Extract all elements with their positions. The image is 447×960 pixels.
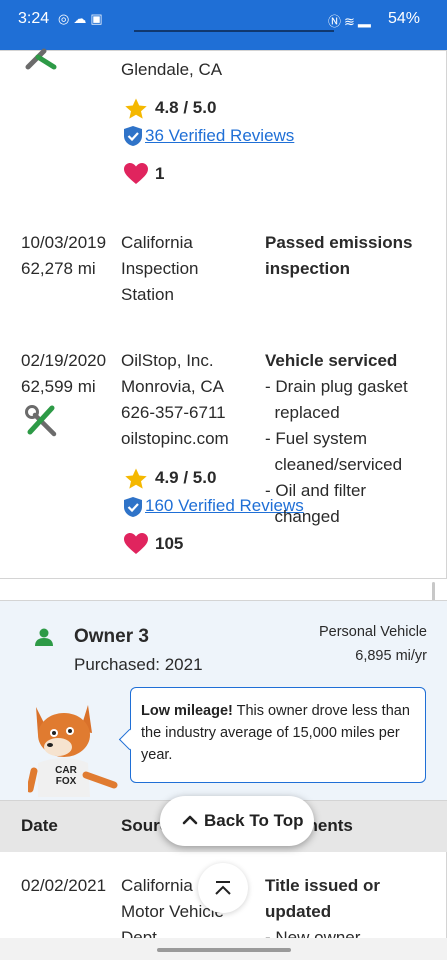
chevron-up-icon: [182, 815, 198, 825]
comment-title: Passed emissions: [265, 233, 413, 252]
source-line: California: [121, 233, 193, 252]
source-phone[interactable]: 626-357-6711: [121, 400, 226, 426]
low-mileage-callout: Low mileage! This owner drove less than …: [118, 687, 426, 783]
history-record: 10/03/2019 62,278 mi California Inspecti…: [0, 208, 447, 329]
comment-item: - Drain plug gasket: [265, 377, 408, 396]
system-nav-bar: [0, 938, 447, 960]
tools-icon: [25, 405, 57, 437]
home-gesture-handle[interactable]: [157, 948, 291, 952]
comment-title: Title issued or: [265, 876, 380, 895]
record-date: 02/02/2021: [21, 876, 107, 895]
usage-rate: 6,895 mi/yr: [355, 648, 427, 664]
cell-signal-icon: ▂: [357, 14, 374, 29]
star-icon: [125, 98, 147, 119]
callout-title: Low mileage!: [141, 703, 233, 719]
back-to-top-button[interactable]: Back To Top: [160, 796, 314, 846]
back-to-top-label: Back To Top: [204, 811, 304, 830]
source-website[interactable]: oilstopinc.com: [121, 426, 229, 452]
source-line: Station: [121, 285, 174, 304]
tools-icon: [25, 48, 57, 70]
heart-icon[interactable]: [123, 532, 149, 556]
favorites-count: 105: [155, 534, 184, 553]
scroll-to-top-button[interactable]: [198, 863, 248, 913]
favorites-count: 1: [155, 164, 165, 183]
history-record: 02/19/2020 62,599 mi OilStop, Inc. Monro…: [0, 328, 447, 579]
comment-item: - Fuel system: [265, 429, 368, 448]
mascot-shirt-text: CAR FOX: [55, 765, 77, 787]
page-top-edge: [134, 30, 334, 32]
comment-item: - Oil and filter: [265, 481, 367, 500]
column-header-date: Date: [21, 816, 58, 835]
owner-purchased: Purchased: 2021: [74, 655, 203, 674]
heart-icon[interactable]: [123, 162, 149, 186]
comment-title: inspection: [265, 259, 351, 278]
source-line: California: [121, 876, 193, 895]
system-icons: Ⓝ≋▂: [328, 11, 374, 30]
source-location: Glendale, CA: [121, 60, 223, 79]
comment-title: Vehicle serviced: [265, 351, 398, 370]
comment-item: replaced: [265, 403, 340, 422]
verified-shield-icon: [124, 497, 142, 517]
verified-shield-icon: [124, 126, 142, 146]
signal-app-icon: ◎: [58, 11, 74, 26]
status-bar: 3:24 ◎☁▣ Ⓝ≋▂ 54%: [0, 0, 447, 50]
nfc-icon: Ⓝ: [328, 14, 345, 29]
record-mileage: 62,278 mi: [21, 259, 96, 278]
image-icon: ▣: [90, 11, 107, 26]
comment-title: updated: [265, 902, 332, 921]
record-mileage: 62,599 mi: [21, 377, 96, 396]
clock: 3:24: [18, 10, 50, 27]
cloud-icon: ☁: [73, 11, 91, 26]
source-location: Monrovia, CA: [121, 377, 224, 396]
wifi-icon: ≋: [344, 14, 358, 29]
record-date: 10/03/2019: [21, 233, 107, 252]
double-chevron-up-icon: [215, 881, 231, 895]
source-name: OilStop, Inc.: [121, 351, 214, 370]
verified-reviews-link[interactable]: 36 Verified Reviews: [145, 123, 294, 149]
history-record: Glendale, CA 4.8 / 5.0 36 Verified Revie…: [0, 48, 447, 210]
usage-type: Personal Vehicle: [318, 624, 427, 640]
notification-icons: ◎☁▣: [58, 11, 107, 27]
rating-value: 4.9 / 5.0: [155, 468, 217, 487]
star-icon: [125, 468, 147, 489]
owner-section: Owner 3 Purchased: 2021 Personal Vehicle…: [0, 600, 447, 801]
record-date: 02/19/2020: [21, 351, 107, 370]
comment-item: cleaned/serviced: [265, 455, 403, 474]
rating-value: 4.8 / 5.0: [155, 98, 217, 117]
source-line: Inspection: [121, 259, 199, 278]
owner-title: Owner 3: [74, 626, 149, 647]
battery-level: 54%: [388, 10, 421, 27]
person-icon: [35, 628, 53, 646]
comment-item: changed: [265, 507, 340, 526]
